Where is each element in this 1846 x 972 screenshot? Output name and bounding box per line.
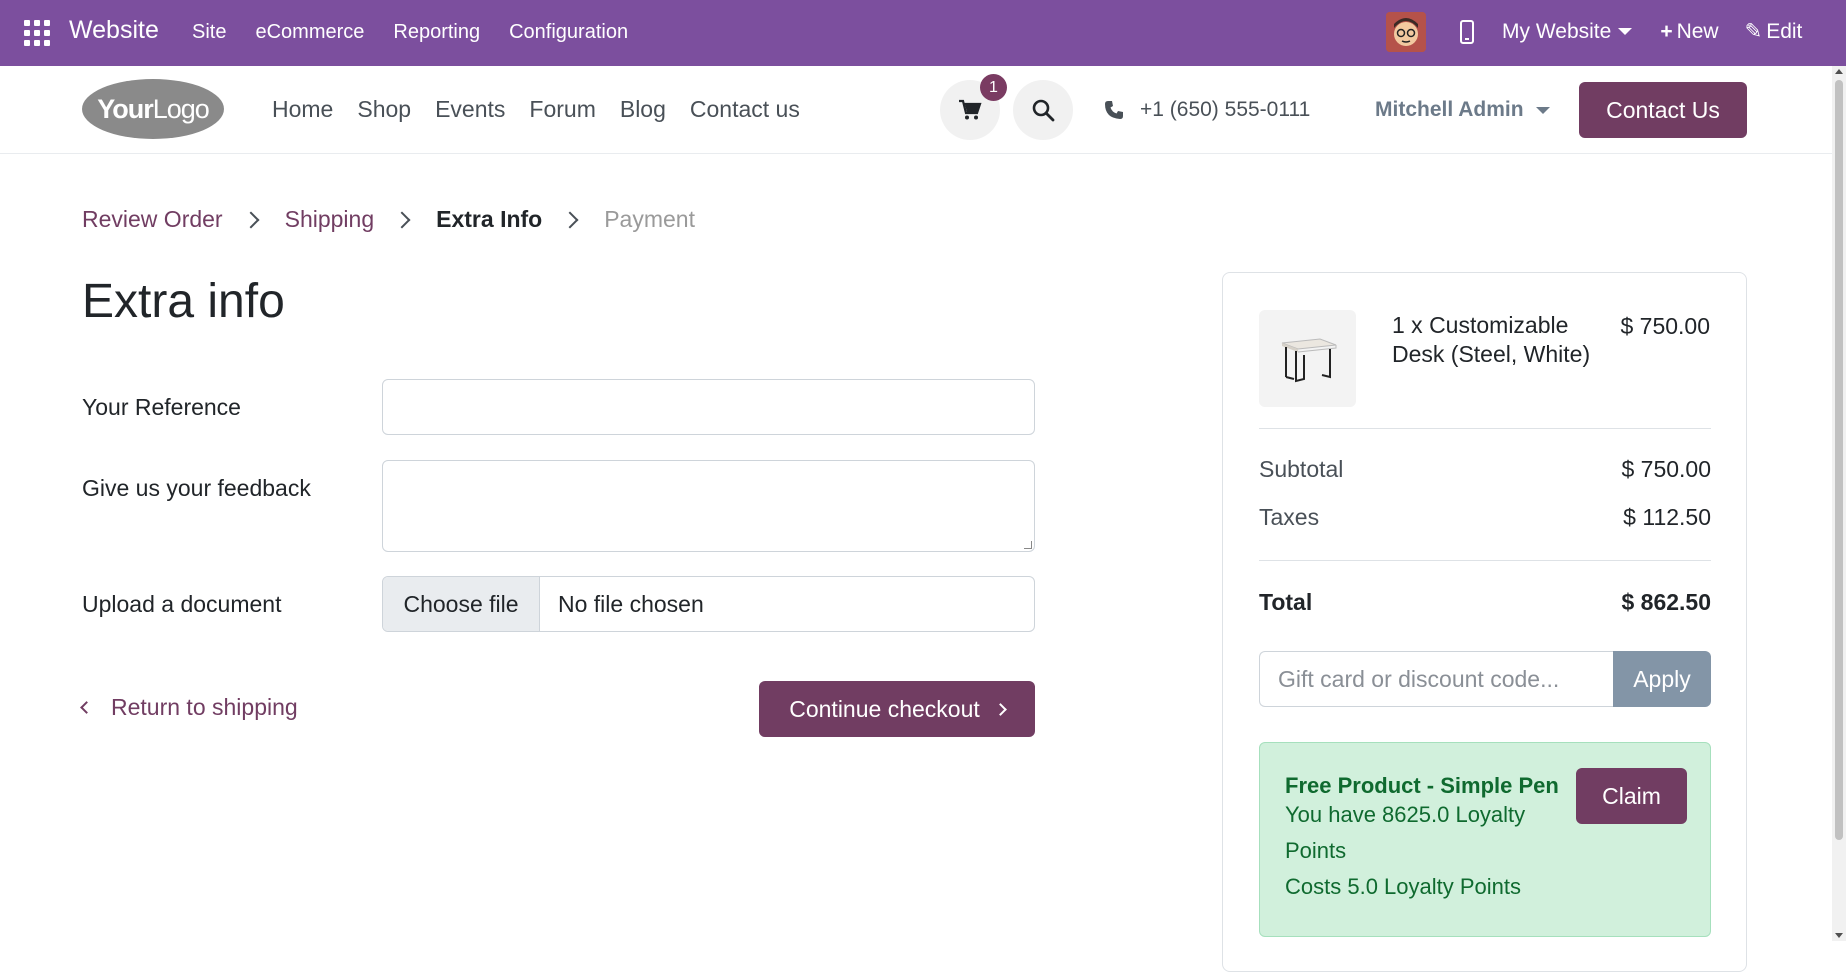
coupon-input[interactable]: Gift card or discount code... [1259,651,1613,707]
step-payment: Payment [604,206,695,232]
user-name: Mitchell Admin [1375,98,1524,121]
reward-cost-line: Costs 5.0 Loyalty Points [1285,874,1522,899]
phone-contact[interactable]: +1 (650) 555-0111 [1104,98,1310,122]
upload-label: Upload a document [82,591,282,617]
admin-bar: Website Site eCommerce Reporting Configu… [0,0,1846,66]
phone-number: +1 (650) 555-0111 [1140,98,1311,121]
chevron-left-icon [80,701,93,714]
cart-count-badge: 1 [980,74,1007,101]
admin-brand[interactable]: Website [69,16,159,45]
subtotal-value: $ 750.00 [1621,456,1711,482]
user-menu[interactable]: Mitchell Admin [1375,98,1550,122]
subtotal-label: Subtotal [1259,456,1344,482]
logo-text-light: Logo [152,93,210,124]
product-price: $ 750.00 [1620,313,1710,339]
feedback-label: Give us your feedback [82,475,311,501]
edit-button[interactable]: ✎ Edit [1745,19,1803,44]
scroll-up-icon[interactable] [1835,69,1843,74]
edit-button-label: Edit [1766,19,1803,43]
page-title: Extra info [82,275,285,328]
continue-button-label: Continue checkout [789,695,980,722]
avatar[interactable] [1386,12,1426,52]
admin-menu-ecommerce[interactable]: eCommerce [255,21,364,44]
logo-text-bold: Your [97,93,153,124]
feedback-textarea[interactable] [382,460,1035,552]
new-button-label: New [1676,19,1719,43]
site-nav: Home Shop Events Forum Blog Contact us [272,96,800,123]
reference-input[interactable] [382,379,1035,435]
caret-down-icon [1618,28,1633,36]
phone-icon [1105,101,1123,119]
file-status: No file chosen [558,590,704,617]
nav-blog[interactable]: Blog [620,96,666,123]
contact-us-button[interactable]: Contact Us [1579,82,1747,138]
total-value: $ 862.50 [1621,589,1711,615]
scroll-down-icon[interactable] [1835,933,1843,938]
mobile-preview-icon[interactable] [1460,19,1474,44]
admin-right-tools: My Website + New ✎ Edit [1460,19,1802,44]
chevron-right-icon [242,211,260,228]
nav-forum[interactable]: Forum [529,96,595,123]
chevron-right-icon [993,702,1007,716]
total-label: Total [1259,589,1313,615]
admin-menu-configuration[interactable]: Configuration [509,21,628,44]
nav-contact-us[interactable]: Contact us [690,96,800,123]
caret-down-icon [1535,106,1550,114]
reward-points-line: You have 8625.0 Loyalty [1285,802,1526,827]
nav-home[interactable]: Home [272,96,333,123]
step-review-order[interactable]: Review Order [82,206,223,233]
return-to-shipping-link[interactable]: Return to shipping [80,694,298,721]
coupon-form: Gift card or discount code... Apply [1259,651,1711,707]
step-shipping[interactable]: Shipping [285,206,375,233]
nav-events[interactable]: Events [435,96,505,123]
admin-menu-reporting[interactable]: Reporting [393,21,480,44]
continue-checkout-button[interactable]: Continue checkout [759,681,1035,737]
resize-handle-icon[interactable] [1024,541,1032,549]
website-selector-label: My Website [1502,19,1612,43]
reference-label: Your Reference [82,394,241,420]
taxes-row: Taxes $ 112.50 [1259,504,1711,531]
step-extra-info: Extra Info [436,206,543,232]
loyalty-reward-alert: Free Product - Simple Pen You have 8625.… [1259,742,1711,937]
divider [1259,428,1711,429]
divider [1259,560,1711,561]
product-name[interactable]: 1 x Customizable Desk (Steel, White) [1392,311,1592,369]
plus-icon: + [1660,19,1673,43]
site-header: Your Logo Home Shop Events Forum Blog Con… [0,66,1832,154]
total-row: Total $ 862.50 [1259,589,1711,616]
site-logo[interactable]: Your Logo [82,79,224,139]
page-scrollbar[interactable] [1832,66,1846,941]
return-link-label: Return to shipping [111,694,298,720]
admin-menu-site[interactable]: Site [192,21,226,44]
apply-coupon-button[interactable]: Apply [1613,651,1711,707]
desk-icon [1281,337,1336,382]
new-button[interactable]: + New [1660,20,1718,44]
search-icon [1032,99,1055,122]
subtotal-row: Subtotal $ 750.00 [1259,456,1711,483]
nav-shop[interactable]: Shop [357,96,411,123]
order-summary: 1 x Customizable Desk (Steel, White) $ 7… [1222,272,1747,972]
chevron-right-icon [393,211,411,228]
taxes-label: Taxes [1259,504,1320,530]
website-selector[interactable]: My Website [1502,19,1633,44]
admin-menu: Site eCommerce Reporting Configuration [192,21,628,44]
reward-title: Free Product - Simple Pen [1285,773,1559,798]
taxes-value: $ 112.50 [1623,504,1711,530]
checkout-breadcrumb: Review Order Shipping Extra Info Payment [82,206,695,233]
apps-grid-icon[interactable] [24,20,50,46]
reward-points-line-2: Points [1285,838,1347,863]
chevron-right-icon [561,211,579,228]
scrollbar-thumb[interactable] [1835,80,1843,840]
choose-file-button[interactable]: Choose file [383,577,540,631]
product-image [1259,310,1356,407]
cart-icon [959,99,982,120]
document-upload-field[interactable]: Choose file No file chosen [382,576,1035,632]
search-button[interactable] [1013,80,1073,140]
claim-button[interactable]: Claim [1576,768,1687,824]
pencil-icon: ✎ [1744,20,1763,43]
